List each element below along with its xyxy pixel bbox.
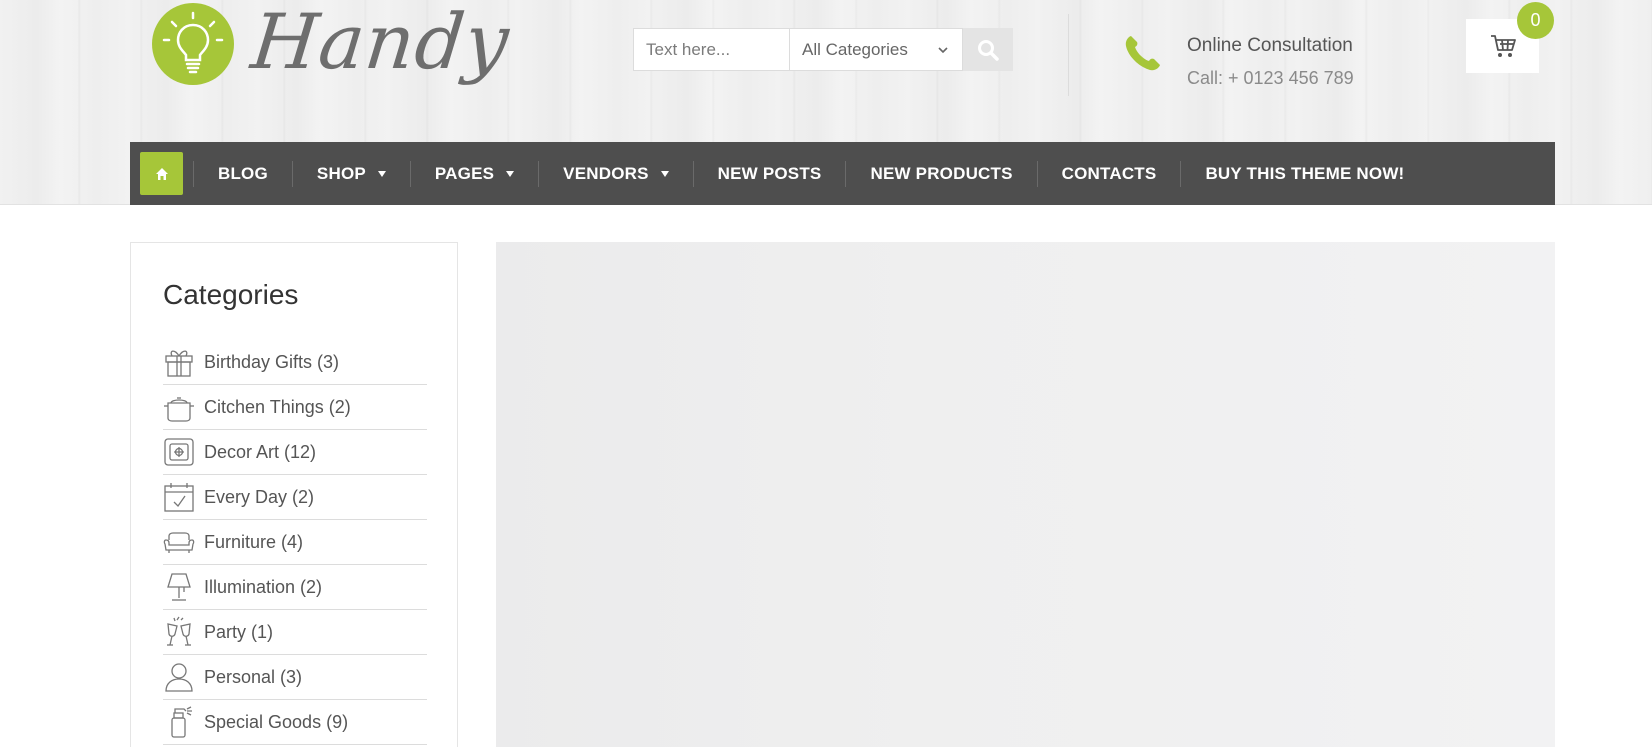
caret-down-icon (506, 170, 515, 177)
site-logo[interactable]: Handy (152, 0, 514, 95)
frame-icon (164, 438, 194, 466)
category-label: Birthday Gifts (3) (204, 351, 340, 372)
category-item-special-goods[interactable]: Special Goods (9) (163, 700, 427, 745)
nav-home-button[interactable] (140, 152, 183, 195)
spray-bottle-icon (171, 706, 192, 738)
home-icon (155, 167, 168, 180)
sofa-icon (163, 532, 195, 553)
lamp-icon (167, 573, 191, 601)
header-divider (1068, 14, 1069, 96)
phone-icon (1125, 36, 1160, 71)
nav-item-label: CONTACTS (1061, 163, 1157, 183)
nav-item-pages[interactable]: PAGES (411, 142, 538, 205)
nav-item-vendors[interactable]: VENDORS (539, 142, 692, 205)
lightbulb-icon (152, 3, 234, 85)
gift-icon (165, 350, 193, 377)
nav-item-label: BLOG (218, 163, 268, 183)
category-label: Party (1) (204, 621, 274, 642)
cart-icon (1490, 35, 1516, 57)
nav-item-blog[interactable]: BLOG (194, 142, 292, 205)
category-item-birthday-gifts[interactable]: Birthday Gifts (3) (163, 340, 427, 385)
category-label: Special Goods (9) (204, 711, 349, 732)
category-item-personal[interactable]: Personal (3) (163, 655, 427, 700)
category-select-value: All Categories (802, 39, 908, 59)
nav-item-label: PAGES (434, 163, 495, 183)
nav-item-label: VENDORS (563, 163, 649, 183)
category-label: Every Day (2) (204, 486, 315, 507)
logo-wordmark: Handy (247, 0, 514, 86)
search-icon (978, 39, 999, 61)
category-item-decor-art[interactable]: Decor Art (12) (163, 430, 427, 475)
category-label: Citchen Things (2) (204, 396, 351, 417)
nav-item-label: BUY THIS THEME NOW! (1205, 163, 1405, 183)
category-select[interactable]: All Categories (789, 28, 963, 71)
nav-item-label: SHOP (316, 163, 366, 183)
main-banner-area (496, 242, 1555, 747)
consultation-title: Online Consultation (1187, 35, 1353, 56)
nav-item-new-posts[interactable]: NEW POSTS (694, 142, 846, 205)
category-item-party[interactable]: Party (1) (163, 610, 427, 655)
category-item-every-day[interactable]: Every Day (2) (163, 475, 427, 520)
nav-item-buy-theme[interactable]: BUY THIS THEME NOW! (1181, 142, 1428, 205)
search-input[interactable] (633, 28, 789, 71)
consultation-phone: Call: + 0123 456 789 (1187, 68, 1354, 88)
person-icon (165, 663, 193, 692)
pot-icon (164, 397, 194, 422)
nav-item-new-products[interactable]: NEW PRODUCTS (846, 142, 1036, 205)
category-list: Birthday Gifts (3) Citchen Things (2) De… (163, 340, 427, 745)
nav-item-label: NEW PRODUCTS (870, 163, 1013, 183)
category-label: Illumination (2) (204, 576, 323, 597)
caret-down-icon (377, 170, 386, 177)
categories-sidebar: Categories Birthday Gifts (3) Citchen Th… (130, 242, 458, 747)
glasses-icon (167, 616, 191, 646)
nav-item-contacts[interactable]: CONTACTS (1038, 142, 1181, 205)
category-label: Personal (3) (204, 666, 303, 687)
category-item-furniture[interactable]: Furniture (4) (163, 520, 427, 565)
calendar-icon (164, 483, 194, 512)
category-item-citchen-things[interactable]: Citchen Things (2) (163, 385, 427, 430)
site-header: Handy All Categories Online Consultation… (0, 0, 1652, 205)
search-bar: All Categories (633, 28, 1013, 71)
nav-item-shop[interactable]: SHOP (293, 142, 410, 205)
sidebar-title: Categories (163, 279, 299, 310)
category-label: Furniture (4) (204, 531, 304, 552)
category-label: Decor Art (12) (204, 441, 317, 462)
cart-count-badge: 0 (1517, 2, 1554, 39)
caret-down-icon (660, 170, 669, 177)
nav-item-label: NEW POSTS (717, 163, 822, 183)
chevron-down-icon (938, 47, 948, 54)
search-button[interactable] (963, 28, 1013, 71)
main-nav: BLOG SHOP PAGES VENDORS NEW POSTS NEW PR… (130, 142, 1555, 205)
category-item-illumination[interactable]: Illumination (2) (163, 565, 427, 610)
